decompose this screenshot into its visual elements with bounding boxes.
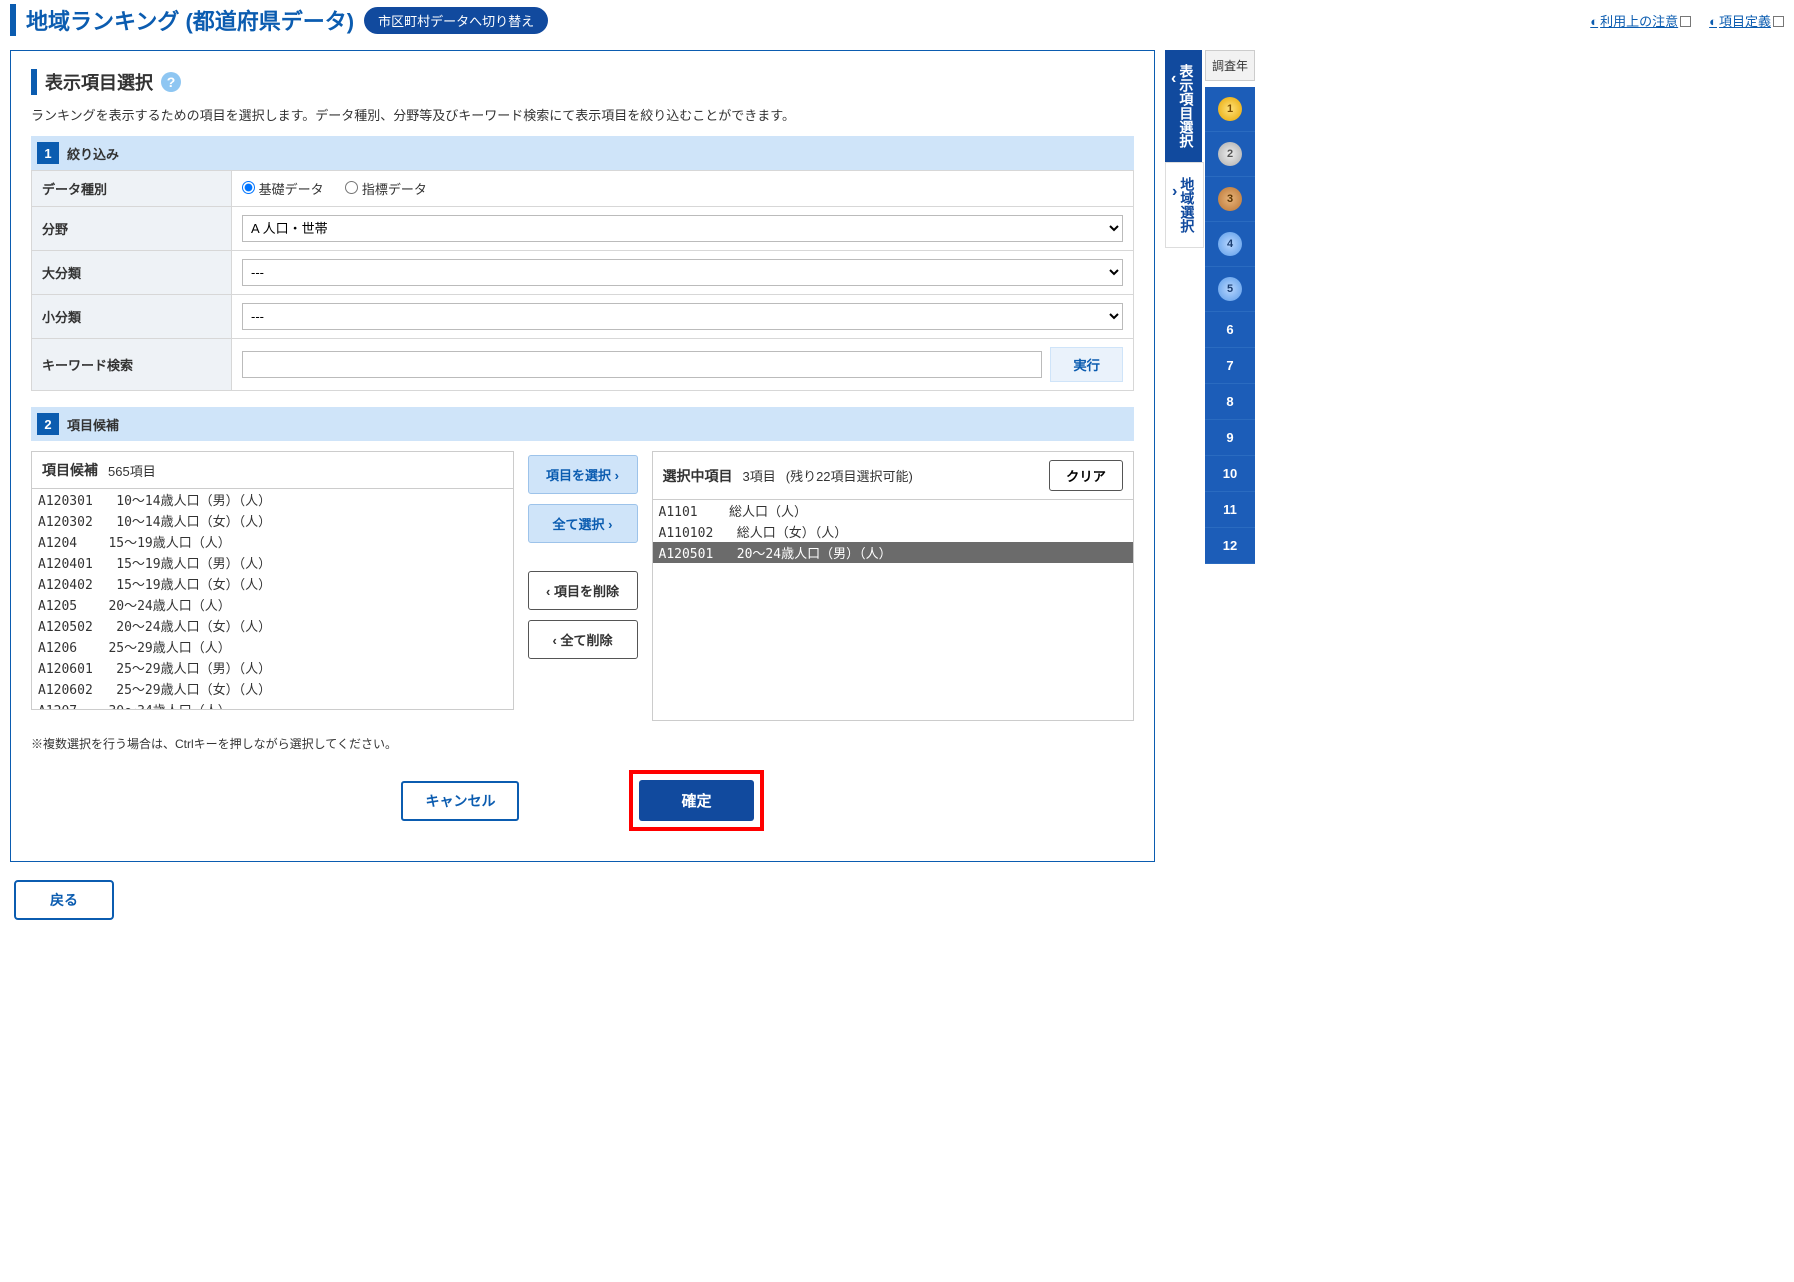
list-item[interactable]: A1206 25～29歳人口（人） [32,636,513,657]
filter-table: データ種別 基礎データ 指標データ 分野 A 人口・世帯 大分類 --- 小分類… [31,170,1134,391]
back-button[interactable]: 戻る [14,880,114,920]
chevron-left-icon: ‹ [1171,70,1176,88]
list-item[interactable]: A120302 10～14歳人口（女）（人） [32,510,513,531]
list-item[interactable]: A1101 総人口（人） [653,500,1134,521]
step1-header: 1 絞り込み [31,136,1134,170]
step-title: 絞り込み [67,144,119,163]
select-item-button[interactable]: 項目を選択 › [528,455,638,494]
usage-notes-link[interactable]: 利用上の注意 [1590,11,1691,30]
radio-basic-data[interactable]: 基礎データ [242,182,324,197]
item-definition-link[interactable]: 項目定義 [1709,11,1784,30]
rank-cell[interactable]: 1 [1205,87,1255,132]
list-item[interactable]: A1207 30～34歳人口（人） [32,699,513,709]
filter-label-datatype: データ種別 [32,171,232,207]
help-icon[interactable]: ? [161,72,181,92]
rank-cell[interactable]: 5 [1205,267,1255,312]
section-description: ランキングを表示するための項目を選択します。データ種別、分野等及びキーワード検索… [31,105,1134,124]
selection-panel: 表示項目選択 ? ランキングを表示するための項目を選択します。データ種別、分野等… [10,50,1155,862]
rank-cell[interactable]: 12 [1205,528,1255,564]
keyword-input[interactable] [242,351,1042,378]
list-item[interactable]: A120402 15～19歳人口（女）（人） [32,573,513,594]
cancel-button[interactable]: キャンセル [401,781,519,821]
multiselect-note: ※複数選択を行う場合は、Ctrlキーを押しながら選択してください。 [31,735,1134,752]
list-item[interactable]: A120401 15～19歳人口（男）（人） [32,552,513,573]
section-title: 表示項目選択 [31,69,153,95]
list-item[interactable]: A120301 10～14歳人口（男）（人） [32,489,513,510]
list-item[interactable]: A1205 20～24歳人口（人） [32,594,513,615]
selected-column: 選択中項目 3項目 (残り22項目選択可能) クリア A1101 総人口（人）A… [652,451,1135,721]
selected-count: 3項目 [743,466,776,485]
switch-data-button[interactable]: 市区町村データへ切り替え [364,7,548,34]
remove-item-button[interactable]: ‹ 項目を削除 [528,571,638,610]
filter-label-keyword: キーワード検索 [32,339,232,391]
radio-indicator-data[interactable]: 指標データ [345,182,427,197]
remove-all-button[interactable]: ‹ 全て削除 [528,620,638,659]
list-item[interactable]: A120602 25～29歳人口（女）（人） [32,678,513,699]
chevron-right-icon: › [1172,183,1177,201]
rank-cell[interactable]: 6 [1205,312,1255,348]
candidates-listbox[interactable]: A120301 10～14歳人口（男）（人）A120302 10～14歳人口（女… [32,489,513,709]
selected-title: 選択中項目 [663,466,733,486]
popout-icon [1773,16,1784,27]
candidates-title: 項目候補 [42,460,98,480]
filter-label-field: 分野 [32,207,232,251]
execute-button[interactable]: 実行 [1050,347,1123,382]
rank-cell[interactable]: 2 [1205,132,1255,177]
rank-cell[interactable]: 7 [1205,348,1255,384]
rank-cell[interactable]: 10 [1205,456,1255,492]
rank-cell[interactable]: 9 [1205,420,1255,456]
confirm-button[interactable]: 確定 [639,780,753,821]
candidates-column: 項目候補 565項目 A120301 10～14歳人口（男）（人）A120302… [31,451,514,710]
list-item[interactable]: A110102 総人口（女）（人） [653,521,1134,542]
rank-cell[interactable]: 4 [1205,222,1255,267]
side-tab-region-select[interactable]: 地域選択 › [1165,162,1204,248]
candidates-count: 565項目 [108,461,156,480]
clear-button[interactable]: クリア [1049,460,1123,491]
minor-select[interactable]: --- [242,303,1123,330]
selected-remaining: (残り22項目選択可能) [786,466,913,485]
page-title: 地域ランキング (都道府県データ) [10,4,354,36]
list-item[interactable]: A120601 25～29歳人口（男）（人） [32,657,513,678]
step-title: 項目候補 [67,415,119,434]
rank-cell[interactable]: 11 [1205,492,1255,528]
survey-year-tab[interactable]: 調査年 [1205,50,1255,81]
side-tab-display-items[interactable]: 表示項目選択 ‹ [1165,50,1202,162]
confirm-highlight: 確定 [629,770,763,831]
list-item[interactable]: A120502 20～24歳人口（女）（人） [32,615,513,636]
select-all-button[interactable]: 全て選択 › [528,504,638,543]
step2-header: 2 項目候補 [31,407,1134,441]
list-item[interactable]: A1204 15～19歳人口（人） [32,531,513,552]
popout-icon [1680,16,1691,27]
step-number: 2 [37,413,59,435]
filter-label-minor: 小分類 [32,295,232,339]
rank-cell[interactable]: 8 [1205,384,1255,420]
rank-cell[interactable]: 3 [1205,177,1255,222]
step-number: 1 [37,142,59,164]
field-select[interactable]: A 人口・世帯 [242,215,1123,242]
major-select[interactable]: --- [242,259,1123,286]
filter-label-major: 大分類 [32,251,232,295]
selected-listbox[interactable]: A1101 総人口（人）A110102 総人口（女）（人）A120501 20～… [653,500,1134,720]
list-item[interactable]: A120501 20～24歳人口（男）（人） [653,542,1134,563]
